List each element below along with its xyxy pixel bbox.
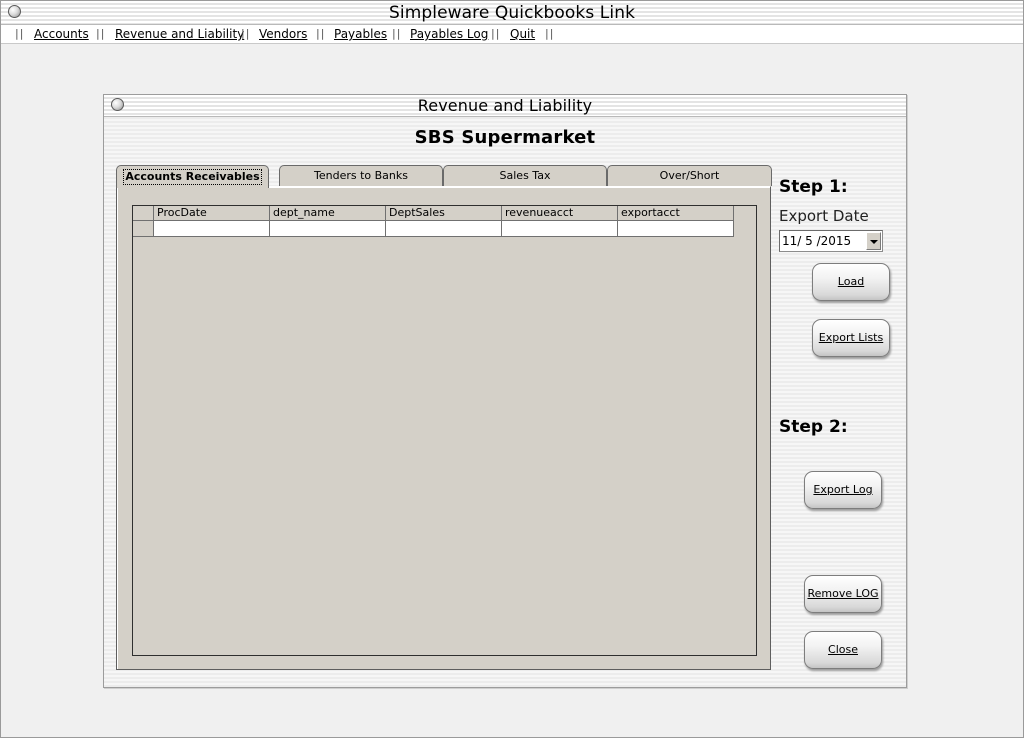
data-grid[interactable]: ProcDate dept_name DeptSales revenueacct… xyxy=(132,205,757,656)
menu-separator: || xyxy=(241,27,251,40)
load-button[interactable]: Load xyxy=(812,263,890,301)
child-window-title: Revenue and Liability xyxy=(417,96,593,115)
chevron-down-icon[interactable] xyxy=(866,232,881,250)
grid-cell[interactable] xyxy=(154,221,270,237)
tab-over-short[interactable]: Over/Short xyxy=(607,165,772,186)
grid-cell[interactable] xyxy=(618,221,734,237)
grid-cell[interactable] xyxy=(270,221,386,237)
menu-item-payables-log[interactable]: Payables Log xyxy=(410,27,488,41)
menu-separator: || xyxy=(392,27,402,40)
close-button[interactable]: Close xyxy=(804,631,882,669)
menu-item-revenue-liability[interactable]: Revenue and Liability xyxy=(115,27,244,41)
step1-label: Step 1: xyxy=(779,177,848,197)
menu-item-payables[interactable]: Payables xyxy=(334,27,387,41)
tab-accounts-receivables[interactable]: Accounts Receivables xyxy=(116,165,269,188)
tab-tenders-to-banks[interactable]: Tenders to Banks xyxy=(279,165,443,186)
export-date-picker[interactable]: 11/ 5 /2015 xyxy=(779,230,883,252)
grid-cell[interactable] xyxy=(386,221,502,237)
child-titlebar[interactable]: Revenue and Liability xyxy=(104,95,906,117)
menu-bar: || Accounts || Revenue and Liability || … xyxy=(1,25,1023,44)
column-header-procdate[interactable]: ProcDate xyxy=(154,206,270,221)
grid-corner[interactable] xyxy=(133,206,154,221)
tab-label: Over/Short xyxy=(659,169,720,182)
menu-separator: || xyxy=(545,27,555,40)
column-header-exportacct[interactable]: exportacct xyxy=(618,206,734,221)
export-lists-button[interactable]: Export Lists xyxy=(812,319,890,357)
tab-label: Tenders to Banks xyxy=(314,169,408,182)
menu-separator: || xyxy=(316,27,326,40)
company-name: SBS Supermarket xyxy=(414,127,596,148)
remove-log-button[interactable]: Remove LOG xyxy=(804,575,882,613)
menu-separator: || xyxy=(491,27,501,40)
menu-item-vendors[interactable]: Vendors xyxy=(259,27,307,41)
tab-label: Accounts Receivables xyxy=(123,169,262,185)
menu-item-quit[interactable]: Quit xyxy=(510,27,535,41)
menu-item-accounts[interactable]: Accounts xyxy=(34,27,89,41)
export-date-value: 11/ 5 /2015 xyxy=(782,234,852,248)
column-header-deptsales[interactable]: DeptSales xyxy=(386,206,502,221)
app-title: Simpleware Quickbooks Link xyxy=(388,3,636,23)
column-header-revenueacct[interactable]: revenueacct xyxy=(502,206,618,221)
step2-label: Step 2: xyxy=(779,417,848,437)
export-date-label: Export Date xyxy=(779,207,869,225)
main-window: Simpleware Quickbooks Link || Accounts |… xyxy=(0,0,1024,738)
menu-separator: || xyxy=(96,27,106,40)
tab-panel-accounts-receivables: ProcDate dept_name DeptSales revenueacct… xyxy=(116,186,771,670)
export-log-button[interactable]: Export Log xyxy=(804,471,882,509)
column-header-dept-name[interactable]: dept_name xyxy=(270,206,386,221)
menu-separator: || xyxy=(15,27,25,40)
revenue-liability-window: Revenue and Liability SBS Supermarket Ac… xyxy=(103,94,907,688)
main-titlebar[interactable]: Simpleware Quickbooks Link xyxy=(1,1,1023,25)
tab-sales-tax[interactable]: Sales Tax xyxy=(443,165,607,186)
grid-cell[interactable] xyxy=(502,221,618,237)
row-header[interactable] xyxy=(133,221,154,237)
tab-label: Sales Tax xyxy=(499,169,551,182)
